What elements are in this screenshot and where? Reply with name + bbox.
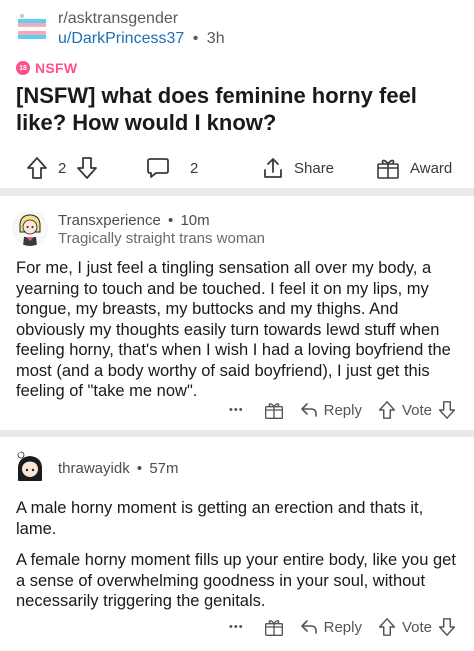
comment-count: 2 [190, 159, 199, 177]
vote-group: 2 [26, 148, 98, 188]
comment-body: A male horny moment is getting an erecti… [16, 499, 424, 538]
comment-action-bar: ••• Reply Vote [229, 612, 456, 642]
reply-label: Reply [323, 401, 362, 419]
comment: Transxperience • 10m Tragically straight… [0, 200, 474, 425]
reply-label: Reply [323, 618, 362, 636]
user-flair: Tragically straight trans woman [58, 230, 266, 247]
post-meta: u/DarkPrincess37 • 3h [58, 30, 225, 48]
more-dots-icon[interactable]: ••• [229, 621, 244, 633]
upvote-arrow-icon[interactable] [26, 156, 48, 180]
post-author[interactable]: u/DarkPrincess37 [58, 30, 184, 47]
meta-separator: • [168, 212, 174, 229]
comment-bubble-icon [146, 156, 170, 180]
comment-age: 10m [180, 212, 210, 229]
upvote-arrow-icon[interactable] [378, 400, 396, 420]
post-action-bar: 2 2 Share Award [0, 148, 474, 188]
share-button[interactable]: Share [262, 148, 334, 188]
vote-group: Vote [378, 400, 456, 420]
comments-button[interactable]: 2 [146, 148, 198, 188]
downvote-arrow-icon[interactable] [76, 156, 98, 180]
post-age: 3h [206, 30, 225, 47]
award-icon [376, 156, 400, 180]
award-icon[interactable] [264, 400, 284, 420]
nsfw-circle-icon: 18 [16, 61, 30, 75]
comment-age: 57m [149, 460, 179, 477]
upvote-count: 2 [58, 159, 67, 177]
avatar[interactable] [12, 449, 48, 485]
award-icon[interactable] [264, 617, 284, 637]
comment-body: A female horny moment fills up your enti… [16, 551, 456, 610]
comment-action-bar: ••• Reply Vote [229, 395, 456, 425]
share-label: Share [294, 159, 335, 177]
nsfw-label: NSFW [35, 60, 78, 76]
vote-group: Vote [378, 617, 456, 637]
comment-meta: thrawayidk • 57m [58, 460, 179, 477]
reply-button[interactable]: Reply [300, 402, 362, 419]
subreddit-name[interactable]: r/asktransgender [58, 10, 178, 28]
award-button[interactable]: Award [376, 148, 452, 188]
comment-author[interactable]: Transxperience [58, 212, 161, 229]
vote-label: Vote [401, 401, 432, 419]
avatar[interactable] [12, 210, 48, 246]
post-title[interactable]: [NSFW] what does feminine horny feel lik… [16, 82, 464, 136]
award-label: Award [410, 159, 453, 177]
downvote-arrow-icon[interactable] [438, 617, 456, 637]
nsfw-badge: 18 NSFW [16, 60, 77, 76]
subreddit-avatar-icon[interactable] [16, 12, 48, 44]
meta-separator: • [136, 460, 143, 477]
comment: thrawayidk • 57m A male horny moment is … [0, 443, 474, 648]
post-header: r/asktransgender u/DarkPrincess37 • 3h [16, 8, 456, 48]
more-dots-icon[interactable]: ••• [229, 404, 244, 416]
share-icon [262, 156, 284, 180]
comment-author[interactable]: thrawayidk [58, 460, 130, 477]
comment-divider [0, 430, 474, 437]
downvote-arrow-icon[interactable] [438, 400, 456, 420]
reply-button[interactable]: Reply [300, 619, 362, 636]
vote-label: Vote [401, 618, 432, 636]
reply-arrow-icon [300, 619, 318, 635]
upvote-arrow-icon[interactable] [378, 617, 396, 637]
post-divider [0, 188, 474, 196]
meta-separator: • [192, 30, 199, 47]
comment-body: For me, I just feel a tingling sensation… [16, 259, 451, 400]
comment-meta: Transxperience • 10m [58, 212, 210, 229]
reply-arrow-icon [300, 402, 318, 418]
